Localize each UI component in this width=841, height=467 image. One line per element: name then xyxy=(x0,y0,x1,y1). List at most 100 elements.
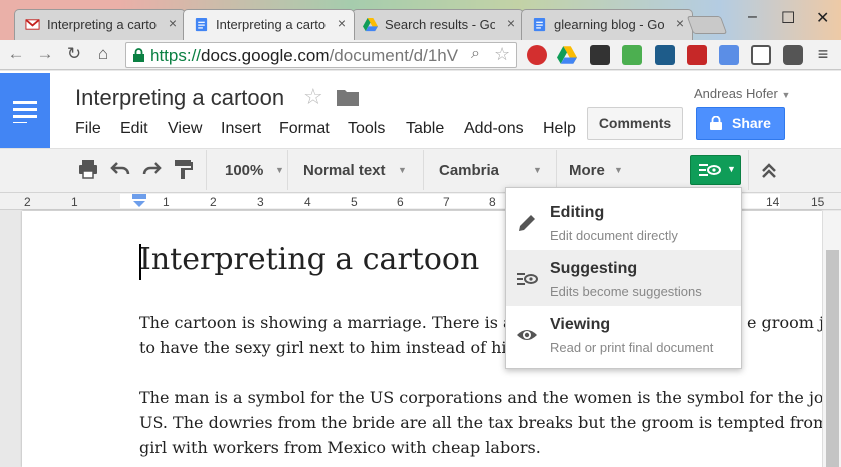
menu-help[interactable]: Help xyxy=(543,120,576,138)
maximize-icon[interactable]: ☐ xyxy=(781,8,795,28)
indent-marker-icon[interactable] xyxy=(131,194,147,208)
lock-icon xyxy=(133,48,144,62)
paragraph-style-select[interactable]: Normal text xyxy=(303,162,386,179)
toolbar-separator xyxy=(556,150,557,190)
mode-editing[interactable]: Editing Edit document directly xyxy=(506,194,741,250)
tab-close-icon[interactable]: × xyxy=(169,15,177,31)
pencil-icon xyxy=(519,215,535,231)
zoom-caret-icon: ▼ xyxy=(275,165,284,175)
docs-icon xyxy=(533,17,546,32)
tab-docs-active[interactable]: Interpreting a cartoo × xyxy=(183,9,355,40)
toolbar-separator xyxy=(206,150,207,190)
chrome-menu-icon[interactable]: ≡ xyxy=(813,44,833,64)
url-path: /document/d/1hV xyxy=(329,46,459,65)
document-title[interactable]: Interpreting a cartoon xyxy=(75,85,284,111)
account-name[interactable]: Andreas Hofer ▼ xyxy=(694,86,790,101)
tab-close-icon[interactable]: × xyxy=(507,15,515,31)
menu-view[interactable]: View xyxy=(168,120,202,138)
tab-drive[interactable]: Search results - Goo × xyxy=(352,9,524,40)
menu-tools[interactable]: Tools xyxy=(348,120,385,138)
zoom-magnifier-icon[interactable]: ⌕ xyxy=(471,45,480,63)
close-window-icon[interactable]: ✕ xyxy=(816,8,829,28)
ruler-number: 14 xyxy=(766,195,780,209)
bookmark-star-icon[interactable]: ☆ xyxy=(494,44,510,65)
paint-format-icon[interactable] xyxy=(172,157,196,181)
document-heading[interactable]: Interpreting a cartoon xyxy=(139,242,479,277)
s-extension-icon[interactable] xyxy=(655,45,675,65)
puzzle-extension-icon[interactable] xyxy=(590,45,610,65)
more-caret-icon: ▼ xyxy=(614,165,623,175)
adblock-icon[interactable] xyxy=(527,45,547,65)
pocket-icon[interactable] xyxy=(783,45,803,65)
share-button[interactable]: Share xyxy=(696,107,785,140)
star-icon[interactable]: ☆ xyxy=(303,84,323,110)
docs-lines-icon xyxy=(13,101,37,123)
paragraph-2[interactable]: The man is a symbol for the US corporati… xyxy=(139,385,822,460)
mode-suggesting[interactable]: Suggesting Edits become suggestions xyxy=(506,250,741,306)
tab-blog[interactable]: glearning blog - Goo × xyxy=(521,9,693,40)
mode-viewing[interactable]: Viewing Read or print final document xyxy=(506,306,741,362)
mode-caret-icon: ▼ xyxy=(727,164,736,174)
url-scheme: https:// xyxy=(150,46,202,65)
ruler-number: 2 xyxy=(24,195,31,209)
new-tab-button[interactable] xyxy=(686,16,728,34)
drive-icon xyxy=(363,17,378,32)
more-button[interactable]: More xyxy=(569,162,605,179)
editing-mode-button[interactable]: ▼ xyxy=(690,155,741,185)
font-select[interactable]: Cambria xyxy=(439,162,499,179)
redo-icon[interactable] xyxy=(140,157,164,181)
editing-mode-menu: Editing Edit document directly Suggestin… xyxy=(505,187,742,369)
home-icon[interactable]: ⌂ xyxy=(93,44,113,64)
ruler-number: 3 xyxy=(257,195,264,209)
address-bar[interactable]: https://docs.google.com/document/d/1hV ⌕… xyxy=(125,42,517,68)
minimize-icon[interactable]: – xyxy=(748,8,757,26)
lock-icon xyxy=(710,116,722,130)
menu-insert[interactable]: Insert xyxy=(221,120,261,138)
gmail-icon xyxy=(25,19,40,30)
menu-add-ons[interactable]: Add-ons xyxy=(464,120,524,138)
docs-home-logo[interactable] xyxy=(0,73,50,148)
cast-icon[interactable] xyxy=(751,45,771,65)
text-cursor xyxy=(139,244,141,280)
print-icon[interactable] xyxy=(76,157,100,181)
scrollbar-thumb[interactable] xyxy=(826,250,839,467)
drive-extension-icon[interactable] xyxy=(557,45,577,65)
reload-icon[interactable]: ↻ xyxy=(64,44,84,64)
ruler-number: 1 xyxy=(163,195,170,209)
ruler-number: 5 xyxy=(351,195,358,209)
suggest-icon xyxy=(699,164,721,176)
tab-close-icon[interactable]: × xyxy=(676,15,684,31)
translate-icon[interactable] xyxy=(719,45,739,65)
mode-description: Edits become suggestions xyxy=(550,284,702,299)
paragraph-1-tail: e groom ju xyxy=(747,313,827,332)
tab-gmail[interactable]: Interpreting a cartoo × xyxy=(14,9,186,40)
menu-format[interactable]: Format xyxy=(279,120,330,138)
collapse-chevron-icon[interactable] xyxy=(757,159,781,183)
toolbar-separator xyxy=(423,150,424,190)
ruler-number: 2 xyxy=(210,195,217,209)
share-label: Share xyxy=(732,115,771,131)
mode-label: Viewing xyxy=(550,316,611,333)
mode-description: Read or print final document xyxy=(550,340,714,355)
menu-edit[interactable]: Edit xyxy=(120,120,148,138)
zoom-select[interactable]: 100% xyxy=(225,162,263,179)
tab-title: Search results - Goo xyxy=(385,17,495,32)
font-caret-icon: ▼ xyxy=(533,165,542,175)
pdf-extension-icon[interactable] xyxy=(687,45,707,65)
tab-title: Interpreting a cartoo xyxy=(47,17,157,32)
undo-icon[interactable] xyxy=(108,157,132,181)
folder-icon[interactable] xyxy=(337,88,359,106)
menu-table[interactable]: Table xyxy=(406,120,444,138)
comments-button[interactable]: Comments xyxy=(587,107,683,140)
url-text: https://docs.google.com/document/d/1hV xyxy=(150,46,458,66)
mode-description: Edit document directly xyxy=(550,228,678,243)
ruler-number: 1 xyxy=(71,195,78,209)
url-domain: docs.google.com xyxy=(201,46,330,65)
evernote-icon[interactable] xyxy=(622,45,642,65)
ruler-number: 4 xyxy=(304,195,311,209)
eye-icon xyxy=(517,330,537,340)
tab-close-icon[interactable]: × xyxy=(338,15,346,31)
menu-file[interactable]: File xyxy=(75,120,101,138)
back-icon[interactable]: ← xyxy=(6,44,26,64)
forward-icon[interactable]: → xyxy=(35,44,55,64)
